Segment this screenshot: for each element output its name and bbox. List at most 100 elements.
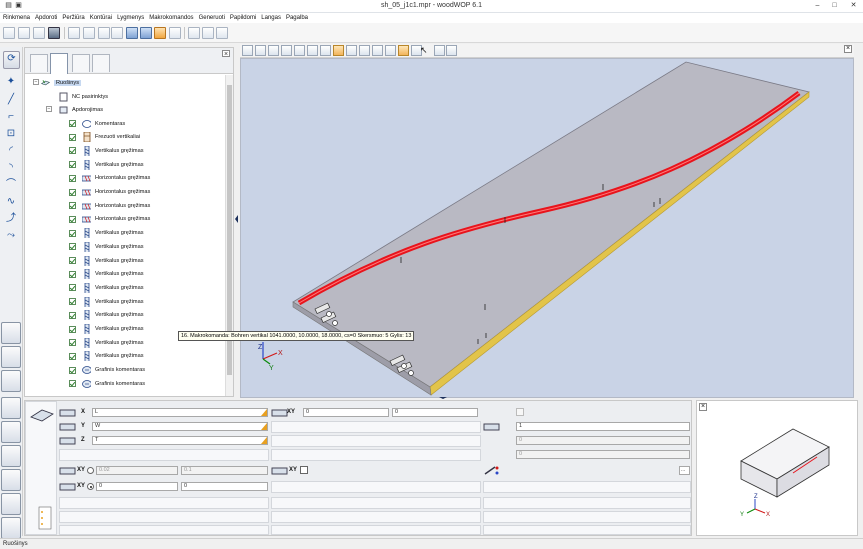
view-front-icon[interactable]: [242, 45, 253, 56]
curve-tool-icon[interactable]: ⤴: [3, 212, 19, 226]
tab-tools[interactable]: [92, 54, 110, 72]
contour-tool-icon[interactable]: ⤳: [3, 229, 19, 243]
copy-icon[interactable]: [98, 27, 110, 39]
tree-item-checkbox[interactable]: [69, 202, 76, 210]
tree-item-checkbox[interactable]: [69, 298, 76, 306]
tree-item[interactable]: Vertikalus gręžimas: [69, 144, 144, 157]
zoom-icon[interactable]: [359, 45, 370, 56]
tree-item-checkbox[interactable]: [69, 339, 76, 347]
prop-r1-checkbox[interactable]: [516, 408, 524, 416]
tree-item-checkbox[interactable]: [69, 133, 76, 141]
prop-xy4-checkbox[interactable]: [300, 466, 308, 474]
comment-button[interactable]: [1, 493, 21, 515]
arc3-tool-icon[interactable]: ⌒: [3, 178, 19, 192]
redo-icon[interactable]: [83, 27, 95, 39]
list-button[interactable]: [1, 517, 21, 539]
measure-icon[interactable]: [434, 45, 445, 56]
view-left-icon[interactable]: [281, 45, 292, 56]
prop-xy3-b-input[interactable]: 0.1: [181, 466, 268, 475]
view-iso-icon[interactable]: [320, 45, 331, 56]
tree-item[interactable]: Vertikalus gręžimas: [69, 336, 144, 349]
tab-undo[interactable]: [30, 54, 48, 72]
zoom-all-icon[interactable]: [372, 45, 383, 56]
tree-nc-options[interactable]: NC pasirinktys: [59, 90, 108, 103]
prop-xy-a-input[interactable]: 0: [96, 482, 178, 491]
ruler-icon[interactable]: [446, 45, 457, 56]
prop-count-input[interactable]: 1: [516, 422, 690, 431]
point-tool-icon[interactable]: ✦: [3, 75, 19, 89]
menu-apdoroti[interactable]: Apdoroti: [35, 15, 57, 21]
mini-preview-close-button[interactable]: ×: [699, 403, 707, 411]
view-iso-active-icon[interactable]: [333, 45, 344, 56]
tab-tree[interactable]: [50, 53, 68, 74]
cube-edit-icon[interactable]: [140, 27, 152, 39]
tree-item-checkbox[interactable]: [69, 257, 76, 264]
tree-item[interactable]: Komentaras: [69, 117, 125, 130]
menu-pagalba[interactable]: Pagalba: [286, 15, 308, 21]
polyline-tool-icon[interactable]: ⌐: [3, 110, 19, 124]
tree-scrollbar[interactable]: [225, 75, 233, 396]
arrow-right-icon[interactable]: [216, 27, 228, 39]
prop-xy-b-input[interactable]: 0: [181, 482, 268, 491]
tree-item-checkbox[interactable]: [69, 284, 76, 292]
tree-item[interactable]: Vertikalus gręžimas: [69, 309, 144, 322]
tree-item-checkbox[interactable]: [69, 243, 76, 251]
workpiece-mode-button[interactable]: [1, 322, 21, 344]
tool-change-button[interactable]: [1, 421, 21, 443]
viewport-close-button[interactable]: ×: [844, 45, 852, 53]
tree-item[interactable]: Vertikalus gręžimas: [69, 158, 144, 171]
view-top-icon[interactable]: [294, 45, 305, 56]
prop-tool-browse-button[interactable]: ...: [679, 466, 690, 475]
tree-item[interactable]: Grafinis komentaras: [69, 364, 145, 377]
tree-item-checkbox[interactable]: [69, 215, 76, 223]
menu-makrokomandos[interactable]: Makrokomandos: [149, 15, 193, 21]
view-back-icon[interactable]: [268, 45, 279, 56]
prop-xy3-radio[interactable]: [87, 467, 94, 474]
tree-item[interactable]: Horizontalus gręžimas: [69, 213, 150, 226]
prop-xy3-a-input[interactable]: 0.02: [96, 466, 178, 475]
prop-xy2-a-input[interactable]: 0: [303, 408, 389, 417]
tree-item[interactable]: Vertikalus gręžimas: [69, 227, 144, 240]
prop-xy2-b-input[interactable]: 0: [392, 408, 478, 417]
menu-perziura[interactable]: Peržiūra: [62, 15, 84, 21]
prop-z-input[interactable]: T: [92, 436, 268, 445]
save-icon[interactable]: [48, 27, 60, 39]
prop-r3-input[interactable]: 0: [516, 450, 690, 459]
tree-item[interactable]: Vertikalus gręžimas: [69, 323, 144, 336]
cube-view-icon[interactable]: [126, 27, 138, 39]
tree-item-checkbox[interactable]: [69, 174, 76, 182]
tree-item[interactable]: Horizontalus gręžimas: [69, 186, 150, 199]
spline-tool-icon[interactable]: ∿: [3, 195, 19, 209]
tree-item-checkbox[interactable]: [69, 161, 76, 169]
open-file-icon[interactable]: [18, 27, 30, 39]
tree-item-checkbox[interactable]: [69, 380, 76, 388]
tree-item[interactable]: Vertikalus gręžimas: [69, 240, 144, 253]
tree-item[interactable]: Vertikalus gręžimas: [69, 350, 144, 363]
tab-list[interactable]: [72, 54, 90, 72]
prop-x-input[interactable]: L: [92, 408, 268, 417]
menu-generuoti[interactable]: Generuoti: [199, 15, 225, 21]
tree-item[interactable]: Vertikalus gręžimas: [69, 268, 144, 281]
tree-item-checkbox[interactable]: [69, 311, 76, 319]
tree-item-checkbox[interactable]: [69, 188, 76, 196]
tree-item[interactable]: Grafinis komentaras: [69, 377, 145, 390]
tree-item-checkbox[interactable]: [69, 352, 76, 360]
tree-expander[interactable]: −: [46, 106, 52, 112]
3d-viewport[interactable]: Z X Y: [240, 58, 854, 399]
tree-item-checkbox[interactable]: [69, 325, 76, 333]
maximize-button[interactable]: □: [829, 1, 840, 11]
rotate-icon[interactable]: [398, 45, 409, 56]
line-tool-icon[interactable]: ╱: [3, 93, 19, 107]
tree-close-button[interactable]: ×: [222, 50, 230, 58]
menu-papildomi[interactable]: Papildomi: [230, 15, 256, 21]
tree-item-checkbox[interactable]: [69, 366, 76, 374]
tree-item[interactable]: Horizontalus gręžimas: [69, 172, 150, 185]
variables-button[interactable]: [1, 445, 21, 467]
view-bottom-icon[interactable]: [307, 45, 318, 56]
tree-item-checkbox[interactable]: [69, 120, 76, 127]
menu-konturai[interactable]: Kontūrai: [90, 15, 112, 21]
arrow-left-icon[interactable]: [202, 27, 214, 39]
prop-xy-radio[interactable]: [87, 483, 94, 490]
menu-langas[interactable]: Langas: [261, 15, 281, 21]
milling-mode-button[interactable]: [1, 397, 21, 419]
